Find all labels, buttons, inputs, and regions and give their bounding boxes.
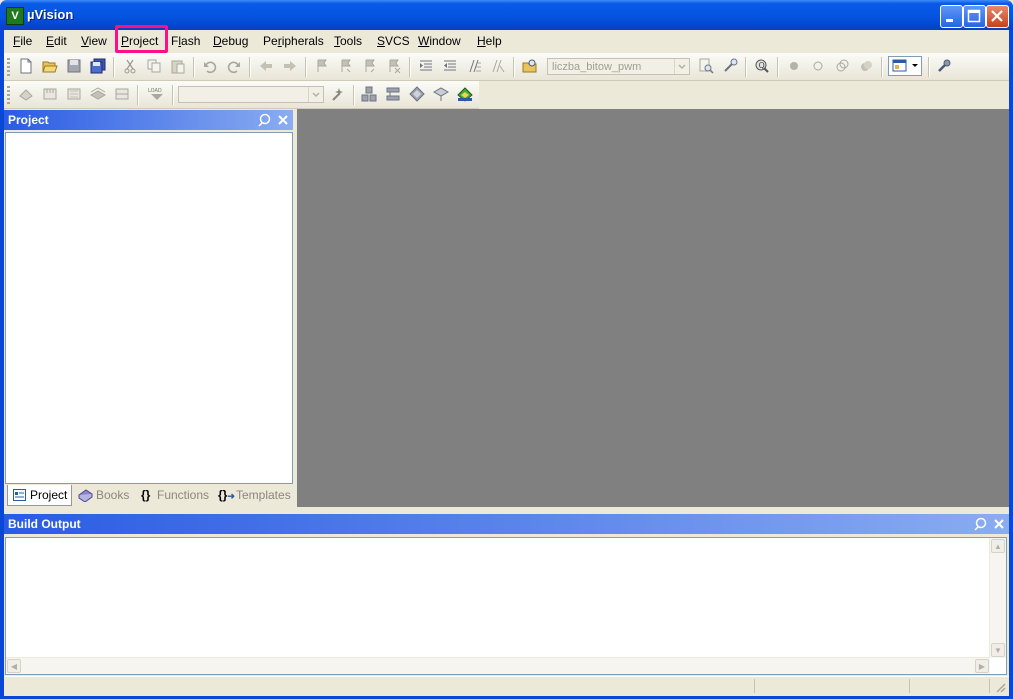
target-options-icon[interactable] — [330, 86, 346, 102]
toolbar-grip[interactable] — [7, 58, 10, 76]
bookmark-previous-icon[interactable] — [338, 58, 354, 74]
scroll-down-button[interactable]: ▼ — [991, 643, 1005, 657]
cut-icon[interactable] — [122, 58, 138, 74]
find-icon[interactable] — [698, 58, 714, 74]
menu-view[interactable]: View — [81, 34, 107, 48]
scroll-up-button[interactable]: ▲ — [991, 539, 1005, 553]
enable-breakpoint-icon[interactable] — [810, 58, 826, 74]
configure-wrench-icon[interactable] — [936, 58, 952, 74]
file-toolbar: liczba_bitow_pwm Q — [4, 53, 1009, 81]
tab-books[interactable]: Books — [75, 485, 133, 505]
paste-icon[interactable] — [170, 58, 186, 74]
templates-icon: {}➜ — [218, 488, 235, 502]
build-output-vertical-scrollbar[interactable]: ▲ ▼ — [989, 538, 1006, 658]
disable-all-breakpoints-icon[interactable] — [834, 58, 850, 74]
editor-mdi-area[interactable] — [297, 109, 1009, 507]
close-button[interactable] — [986, 5, 1009, 28]
toolbar-grip[interactable] — [7, 86, 10, 104]
project-icon — [13, 489, 26, 501]
unindent-icon[interactable] — [442, 58, 458, 74]
navigate-back-icon[interactable] — [258, 58, 274, 74]
status-bar — [4, 676, 1009, 696]
tab-functions[interactable]: {} Functions — [137, 485, 210, 505]
menu-window[interactable]: Window — [418, 34, 461, 48]
pack-installer-icon[interactable] — [433, 86, 449, 102]
uvision-app-icon[interactable]: V — [6, 7, 24, 25]
menu-edit[interactable]: Edit — [46, 34, 67, 48]
scroll-right-button[interactable]: ▶ — [975, 659, 989, 673]
pin-icon[interactable] — [258, 113, 272, 127]
build-icon[interactable] — [42, 86, 58, 102]
menu-file[interactable]: File — [13, 34, 32, 48]
translate-icon[interactable] — [18, 86, 34, 102]
menu-bar: File Edit View Project Flash Debug Perip… — [4, 25, 1009, 53]
bookmark-clear-icon[interactable] — [386, 58, 402, 74]
batch-build-icon[interactable] — [90, 86, 106, 102]
find-combo[interactable]: liczba_bitow_pwm — [547, 58, 690, 75]
find-in-files-icon[interactable] — [522, 58, 538, 74]
uncomment-selection-icon[interactable] — [490, 58, 506, 74]
window-layout-icon — [892, 59, 907, 72]
download-load-icon[interactable]: LOAD — [146, 86, 168, 102]
pack-update-icon[interactable] — [457, 86, 473, 102]
menu-help[interactable]: Help — [477, 34, 502, 48]
redo-icon[interactable] — [226, 58, 242, 74]
indent-icon[interactable] — [418, 58, 434, 74]
project-panel-tabs: Project Books {} Functions {}➜ Templates — [5, 485, 295, 506]
project-panel-title: Project — [8, 113, 49, 127]
build-toolbar: LOAD — [4, 81, 479, 109]
navigate-forward-icon[interactable] — [282, 58, 298, 74]
select-packs-icon[interactable] — [409, 86, 425, 102]
close-panel-icon[interactable] — [992, 517, 1006, 531]
tab-templates[interactable]: {}➜ Templates — [214, 485, 292, 505]
menu-svcs[interactable]: SVCS — [377, 34, 410, 48]
undo-icon[interactable] — [202, 58, 218, 74]
save-icon[interactable] — [66, 58, 82, 74]
build-output-horizontal-scrollbar[interactable]: ◀ ▶ — [6, 657, 990, 674]
scroll-left-button[interactable]: ◀ — [7, 659, 21, 673]
kill-all-breakpoints-icon[interactable] — [858, 58, 874, 74]
build-output-title-bar[interactable]: Build Output — [4, 514, 1009, 534]
menu-debug[interactable]: Debug — [213, 34, 248, 48]
tab-project[interactable]: Project — [7, 485, 72, 506]
bookmark-next-icon[interactable] — [362, 58, 378, 74]
new-file-icon[interactable] — [18, 58, 34, 74]
rebuild-icon[interactable] — [66, 86, 82, 102]
project-panel-title-bar[interactable]: Project — [4, 110, 293, 130]
menu-flash[interactable]: Flash — [171, 34, 200, 48]
insert-breakpoint-icon[interactable] — [786, 58, 802, 74]
target-select-combo[interactable] — [178, 86, 324, 103]
main-window: V µVision File Edit View Project Flash D… — [0, 0, 1013, 699]
chevron-down-icon — [912, 64, 918, 67]
menu-tools[interactable]: Tools — [334, 34, 362, 48]
window-title: µVision — [27, 7, 74, 22]
build-output-title: Build Output — [8, 517, 81, 531]
bookmark-toggle-icon[interactable] — [314, 58, 330, 74]
minimize-button[interactable] — [940, 5, 963, 28]
build-output-area[interactable]: ▲ ▼ ◀ ▶ — [5, 537, 1007, 675]
project-tree-area[interactable] — [5, 132, 293, 484]
save-all-icon[interactable] — [90, 58, 106, 74]
open-folder-icon[interactable] — [42, 58, 58, 74]
project-menu-highlight — [115, 25, 168, 53]
pin-icon[interactable] — [974, 517, 988, 531]
window-layout-dropdown[interactable] — [888, 56, 922, 76]
svg-text:LOAD: LOAD — [148, 88, 162, 94]
manage-components-icon[interactable] — [361, 86, 377, 102]
copy-icon[interactable] — [146, 58, 162, 74]
stop-build-icon[interactable] — [114, 86, 130, 102]
books-icon — [78, 489, 93, 502]
file-extensions-icon[interactable] — [385, 86, 401, 102]
debug-start-stop-icon[interactable]: Q — [754, 58, 770, 74]
resize-grip-icon[interactable] — [994, 681, 1006, 693]
functions-icon: {} — [141, 488, 151, 502]
maximize-button[interactable] — [963, 5, 986, 28]
comment-selection-icon[interactable] — [466, 58, 482, 74]
menu-peripherals[interactable]: Peripherals — [263, 34, 324, 48]
close-panel-icon[interactable] — [276, 113, 290, 127]
incremental-find-icon[interactable] — [722, 58, 738, 74]
svg-text:Q: Q — [759, 61, 765, 70]
client-area: File Edit View Project Flash Debug Perip… — [4, 25, 1009, 696]
